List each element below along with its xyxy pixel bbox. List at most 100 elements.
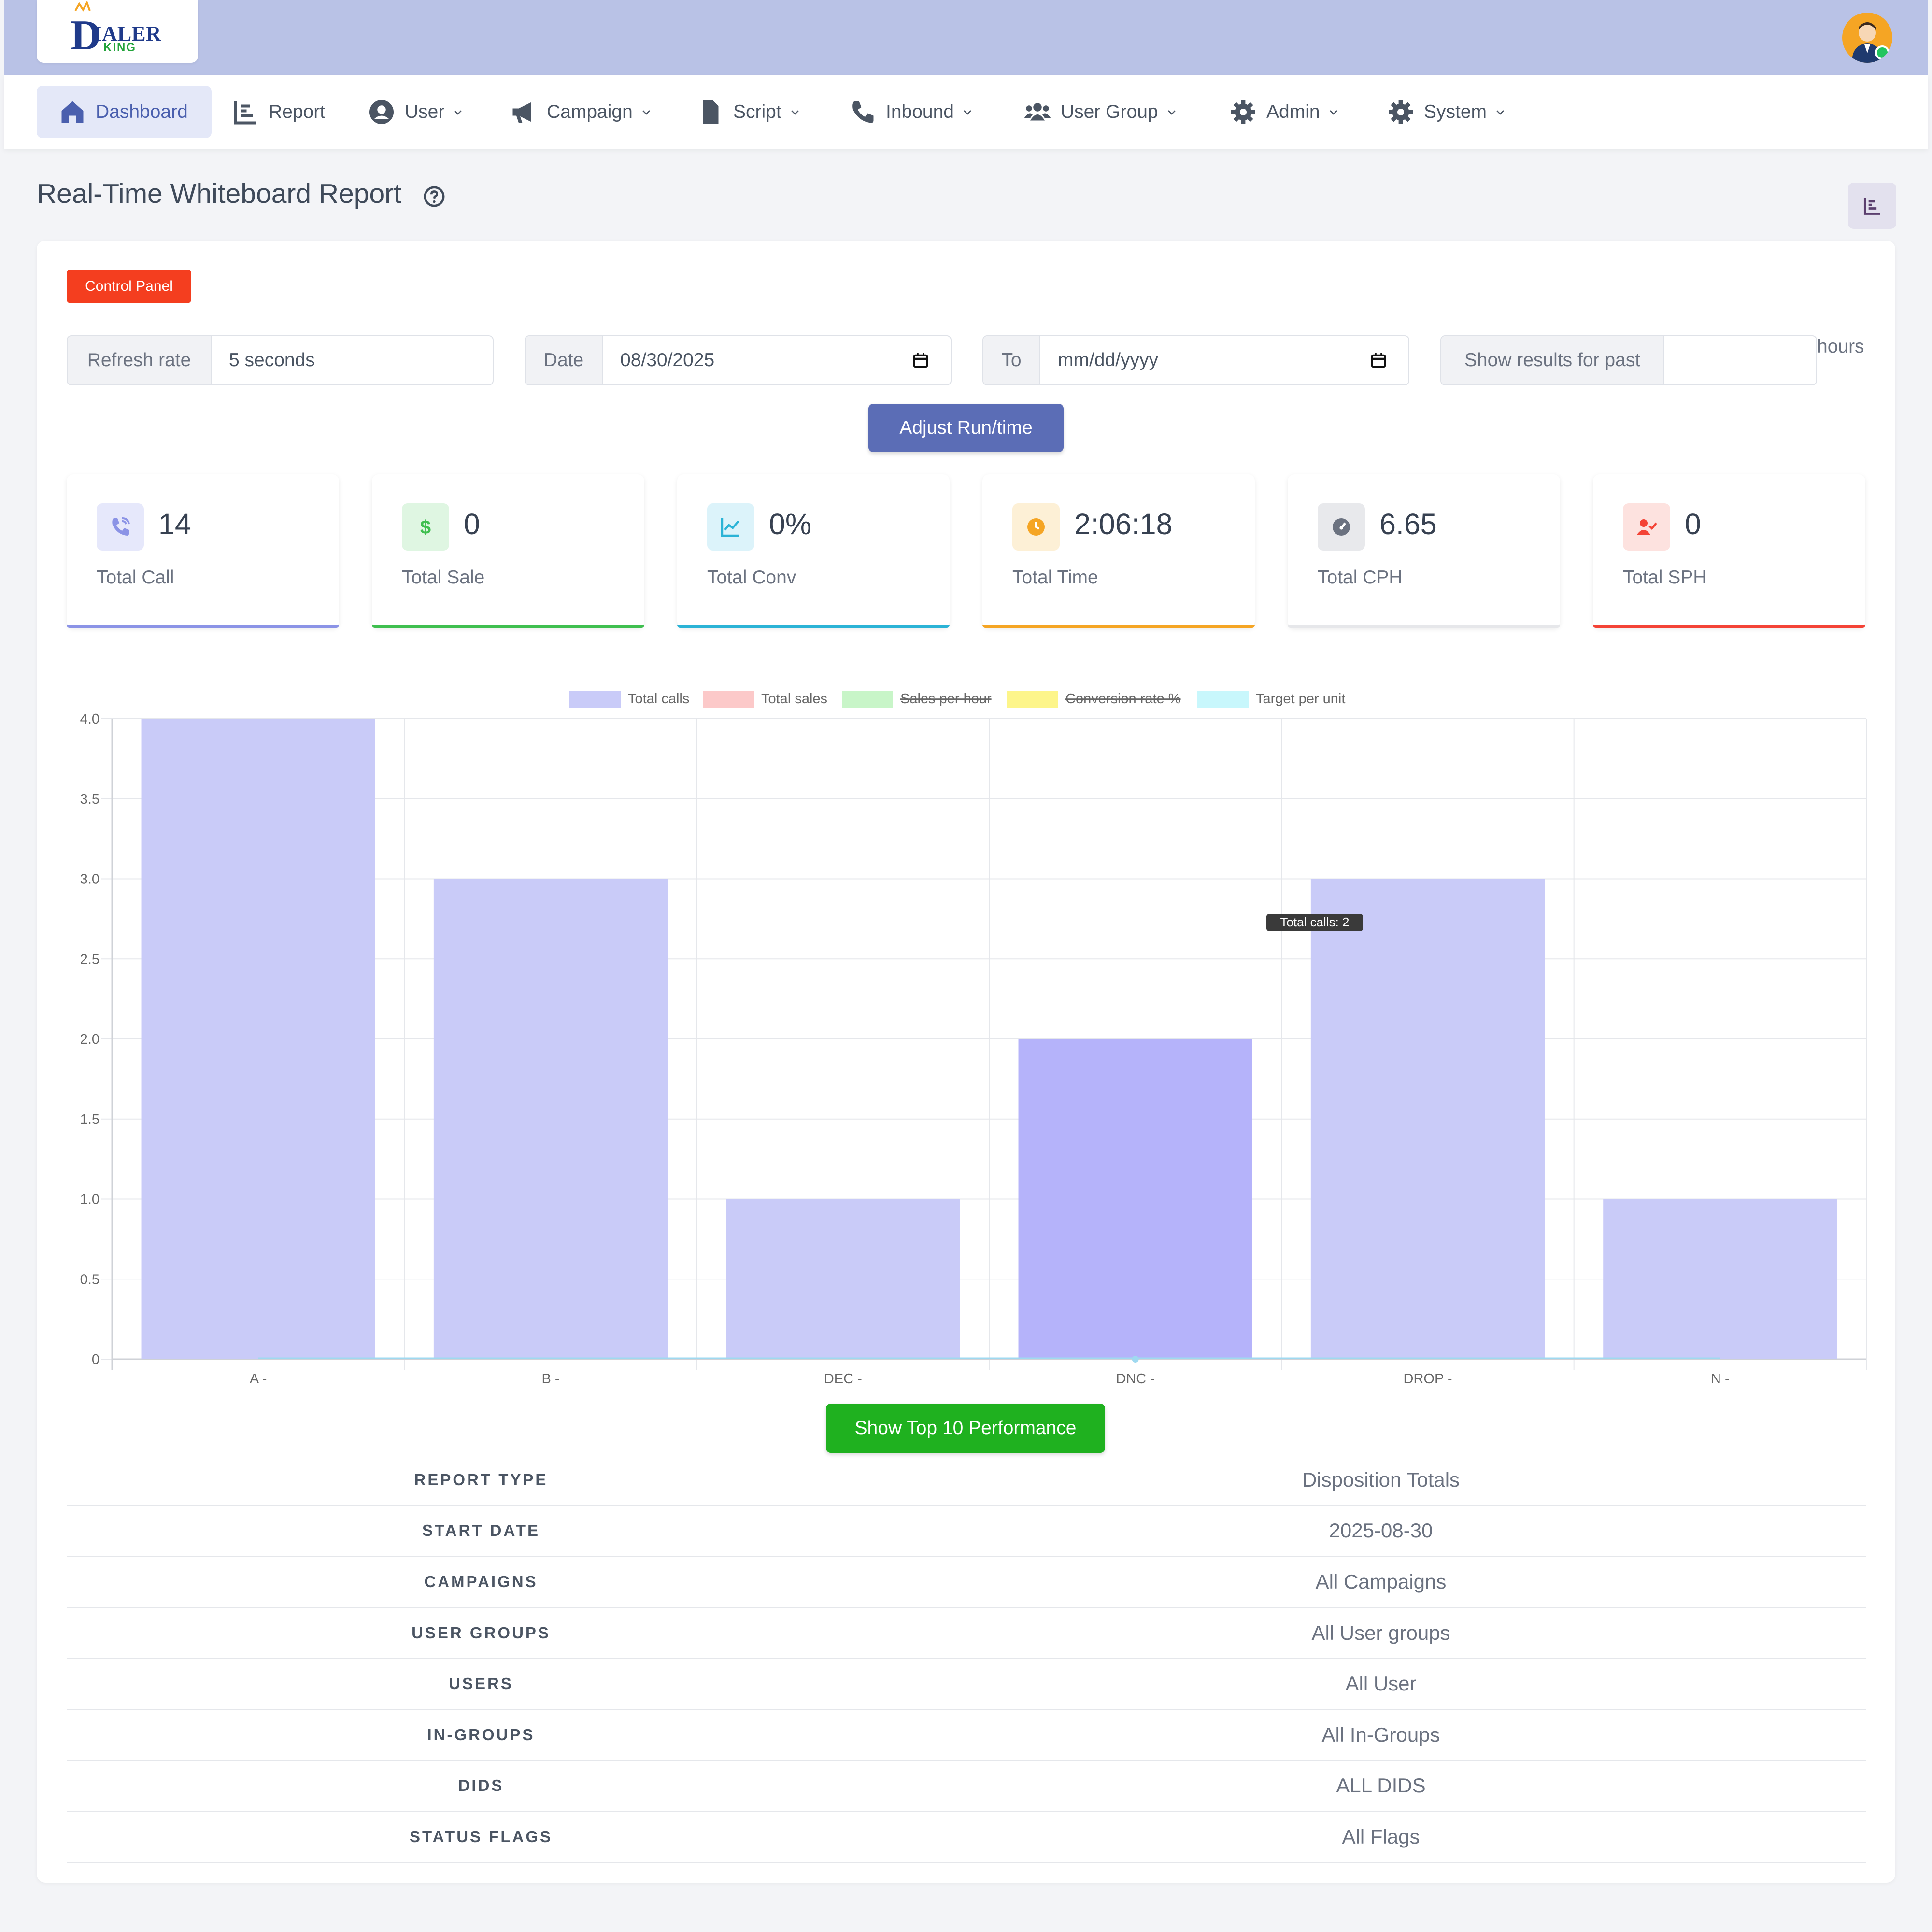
nav-system[interactable]: System [1386, 86, 1506, 138]
legend-swatch [842, 691, 893, 708]
phone-call-icon [112, 517, 130, 536]
dollar-icon: $ [420, 517, 431, 538]
nav-report[interactable]: Report [231, 86, 325, 138]
date-group: Date 08/30/2025 [525, 335, 952, 385]
bar [1018, 1039, 1252, 1359]
stat-label: Total Call [97, 567, 174, 588]
x-tick-label: N - [1711, 1371, 1730, 1387]
nav-script[interactable]: Script [696, 86, 801, 138]
refresh-rate-select[interactable]: 5 seconds [212, 336, 493, 384]
y-tick-label: 0.5 [80, 1272, 99, 1287]
adjust-runtime-button[interactable]: Adjust Run/time [868, 404, 1064, 452]
stat-value: 0% [769, 508, 812, 540]
y-tick-label: 0 [92, 1352, 99, 1367]
users-icon [1024, 103, 1051, 121]
stat-icon-box: $ [402, 503, 449, 551]
stat-label: Total Conv [707, 567, 796, 588]
stat-icon-box [1012, 503, 1060, 551]
svg-text:KING: KING [103, 41, 136, 54]
x-tick-label: B - [541, 1371, 559, 1387]
hours-label: hours [1817, 336, 1864, 357]
chevron-down-icon [642, 110, 650, 115]
nav-user-group-label: User Group [1061, 101, 1158, 122]
help-icon[interactable] [423, 185, 445, 208]
logo[interactable]: D IALER KING [37, 0, 198, 63]
to-date-input[interactable]: mm/dd/yyyy [1040, 336, 1408, 384]
nav-admin[interactable]: Admin [1229, 86, 1339, 138]
legend-swatch [1197, 691, 1249, 708]
legend-label: Target per unit [1256, 691, 1345, 707]
stat-icon-box [97, 503, 144, 551]
table-key: REPORT TYPE [414, 1470, 548, 1489]
calendar-icon[interactable] [912, 352, 929, 369]
past-hours-group: Show results for past [1440, 335, 1817, 385]
chart-tooltip-text: Total calls: 2 [1280, 915, 1349, 929]
refresh-rate-value: 5 seconds [229, 350, 315, 370]
chart-icon [234, 101, 256, 125]
home-icon [61, 101, 84, 123]
nav-dashboard[interactable]: Dashboard [37, 86, 212, 138]
table-key: CAMPAIGNS [424, 1572, 538, 1591]
report-summary-table: REPORT TYPE Disposition Totals START DATE… [67, 1455, 1866, 1863]
toggle-chart-button[interactable] [1848, 183, 1896, 229]
refresh-rate-label: Refresh rate [68, 336, 212, 384]
table-value: All Flags [1342, 1825, 1420, 1848]
table-key: IN-GROUPS [427, 1725, 535, 1744]
logo-graphic: D IALER KING [71, 0, 162, 59]
legend-label: Total sales [761, 691, 827, 707]
past-hours-label: Show results for past [1441, 336, 1664, 384]
nav-admin-label: Admin [1266, 101, 1320, 122]
date-value: 08/30/2025 [620, 350, 715, 370]
user-avatar[interactable] [1842, 13, 1892, 63]
stat-accent-bar [372, 625, 644, 628]
table-value: All User groups [1311, 1621, 1450, 1644]
nav-user-label: User [405, 101, 445, 122]
stat-label: Total SPH [1623, 567, 1707, 588]
stat-total-time: 2:06:18 Total Time [982, 474, 1255, 628]
stat-label: Total CPH [1318, 567, 1403, 588]
nav-script-label: Script [733, 101, 781, 122]
stat-total-cph: 6.65 Total CPH [1288, 474, 1560, 628]
stat-icon-box [707, 503, 754, 551]
stat-total-conv: 0% Total Conv [677, 474, 950, 628]
nav-campaign[interactable]: Campaign [509, 86, 652, 138]
to-date-placeholder: mm/dd/yyyy [1058, 350, 1159, 370]
stat-accent-bar [1593, 625, 1865, 628]
legend-swatch [569, 691, 621, 708]
past-hours-input[interactable] [1664, 336, 1816, 384]
stat-accent-bar [982, 625, 1255, 628]
table-row: START DATE 2025-08-30 [67, 1506, 1866, 1557]
chevron-down-icon [1329, 110, 1337, 115]
stat-value: 6.65 [1379, 508, 1437, 540]
legend-swatch [1007, 691, 1058, 708]
nav-dashboard-label: Dashboard [96, 101, 188, 122]
y-tick-label: 3.0 [80, 872, 99, 887]
chevron-down-icon [1496, 110, 1504, 115]
show-top10-button[interactable]: Show Top 10 Performance [826, 1404, 1105, 1453]
bar-chart-icon [1863, 198, 1880, 215]
stat-value: 0 [1685, 508, 1701, 540]
file-icon [703, 100, 719, 124]
control-panel-button[interactable]: Control Panel [67, 270, 191, 303]
calendar-icon[interactable] [1370, 352, 1387, 369]
chevron-down-icon [964, 110, 971, 115]
y-tick-label: 1.5 [80, 1112, 99, 1127]
nav-user-group[interactable]: User Group [1023, 86, 1178, 138]
y-tick-label: 4.0 [80, 711, 99, 727]
nav-user[interactable]: User [367, 86, 464, 138]
svg-text:$: $ [420, 517, 431, 538]
y-tick-label: 2.5 [80, 952, 99, 967]
stat-value: 14 [158, 508, 191, 540]
bar [141, 719, 375, 1359]
table-value: ALL DIDS [1336, 1774, 1426, 1797]
date-input[interactable]: 08/30/2025 [603, 336, 951, 384]
table-key: START DATE [422, 1521, 540, 1540]
table-value: All User [1345, 1672, 1417, 1695]
nav-inbound[interactable]: Inbound [848, 86, 973, 138]
table-key: USER GROUPS [412, 1623, 551, 1642]
top-bar: D IALER KING [4, 0, 1928, 75]
chevron-down-icon [791, 110, 799, 115]
nav-inbound-label: Inbound [886, 101, 954, 122]
gauge-icon [1333, 518, 1350, 536]
table-value: All In-Groups [1321, 1723, 1440, 1746]
